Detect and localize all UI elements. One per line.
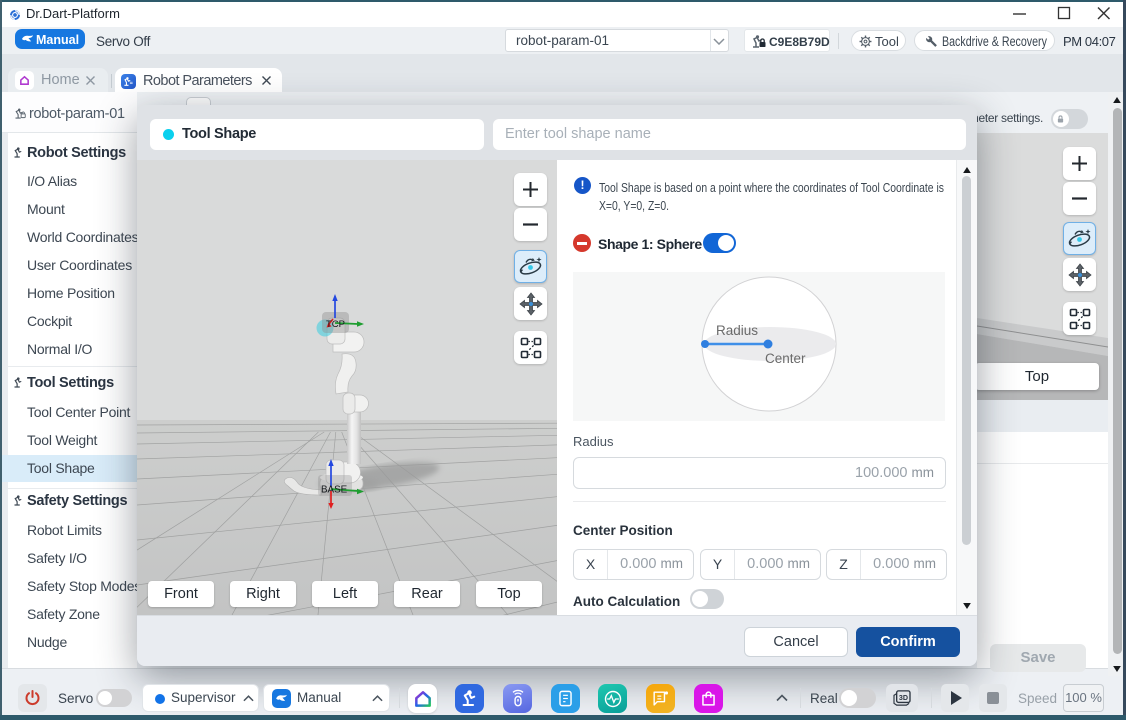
svg-text:3D: 3D	[899, 694, 908, 702]
svg-text:Center: Center	[765, 351, 806, 366]
svg-text:Radius: Radius	[716, 323, 758, 338]
svg-text:BASE: BASE	[321, 485, 348, 496]
svg-text:TCP: TCP	[326, 319, 345, 330]
